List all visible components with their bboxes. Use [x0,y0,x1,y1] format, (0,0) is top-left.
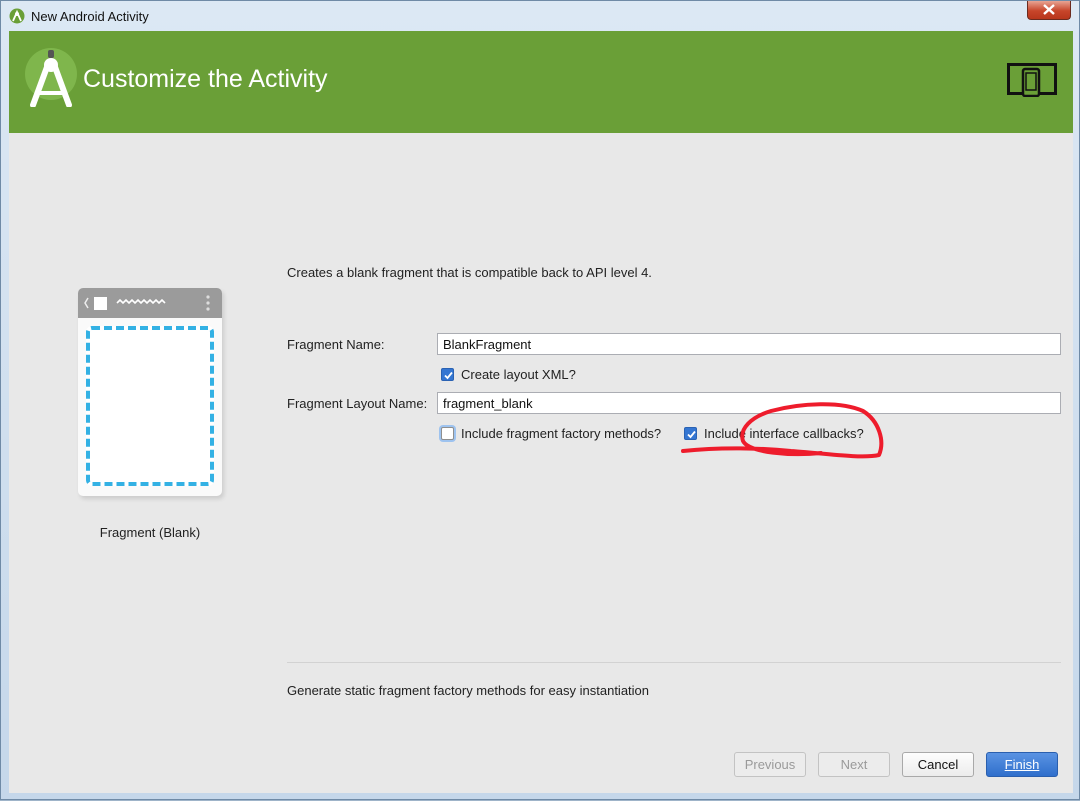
android-studio-icon [9,8,25,24]
new-android-activity-window: New Android Activity Customize the Activ… [0,0,1080,800]
fragment-layout-name-label: Fragment Layout Name: [287,396,428,411]
cancel-button[interactable]: Cancel [902,752,974,777]
android-studio-logo [25,48,77,107]
close-icon [1043,4,1055,15]
checkmark-icon [687,430,696,439]
window-title: New Android Activity [31,9,149,24]
wizard-header: Customize the Activity [9,31,1073,133]
next-button[interactable]: Next [818,752,890,777]
checkbox-checked[interactable] [441,368,454,381]
preview-action-bar [78,288,222,318]
finish-button[interactable]: Finish [986,752,1058,777]
include-interface-callbacks-checkbox[interactable]: Include interface callbacks? [684,426,864,441]
fragment-template-preview [78,288,222,496]
include-factory-methods-label: Include fragment factory methods? [461,426,662,441]
checkbox-checked[interactable] [684,427,697,440]
checkbox-unchecked[interactable] [441,427,454,440]
template-description: Creates a blank fragment that is compati… [287,265,652,280]
checkmark-icon [444,371,453,380]
close-button[interactable] [1027,1,1071,20]
divider [287,662,1061,663]
device-form-factor-icon [1007,63,1057,97]
fragment-name-input[interactable] [437,333,1061,355]
preview-fragment-placeholder [86,326,214,486]
finish-button-label: Finish [1004,757,1040,772]
page-heading: Customize the Activity [83,65,328,93]
previous-button[interactable]: Previous [734,752,806,777]
template-name: Fragment (Blank) [99,525,201,540]
title-bar[interactable]: New Android Activity [1,1,1079,31]
create-layout-xml-label: Create layout XML? [461,367,576,382]
create-layout-xml-checkbox[interactable]: Create layout XML? [441,367,576,382]
help-text: Generate static fragment factory methods… [287,683,650,698]
include-interface-callbacks-label: Include interface callbacks? [704,426,864,441]
fragment-layout-name-input[interactable] [437,392,1061,414]
include-factory-methods-checkbox[interactable]: Include fragment factory methods? [441,426,661,441]
fragment-name-label: Fragment Name: [287,337,385,352]
wizard-content: Fragment (Blank) Creates a blank fragmen… [9,133,1073,793]
preview-bar-icons [84,295,210,311]
